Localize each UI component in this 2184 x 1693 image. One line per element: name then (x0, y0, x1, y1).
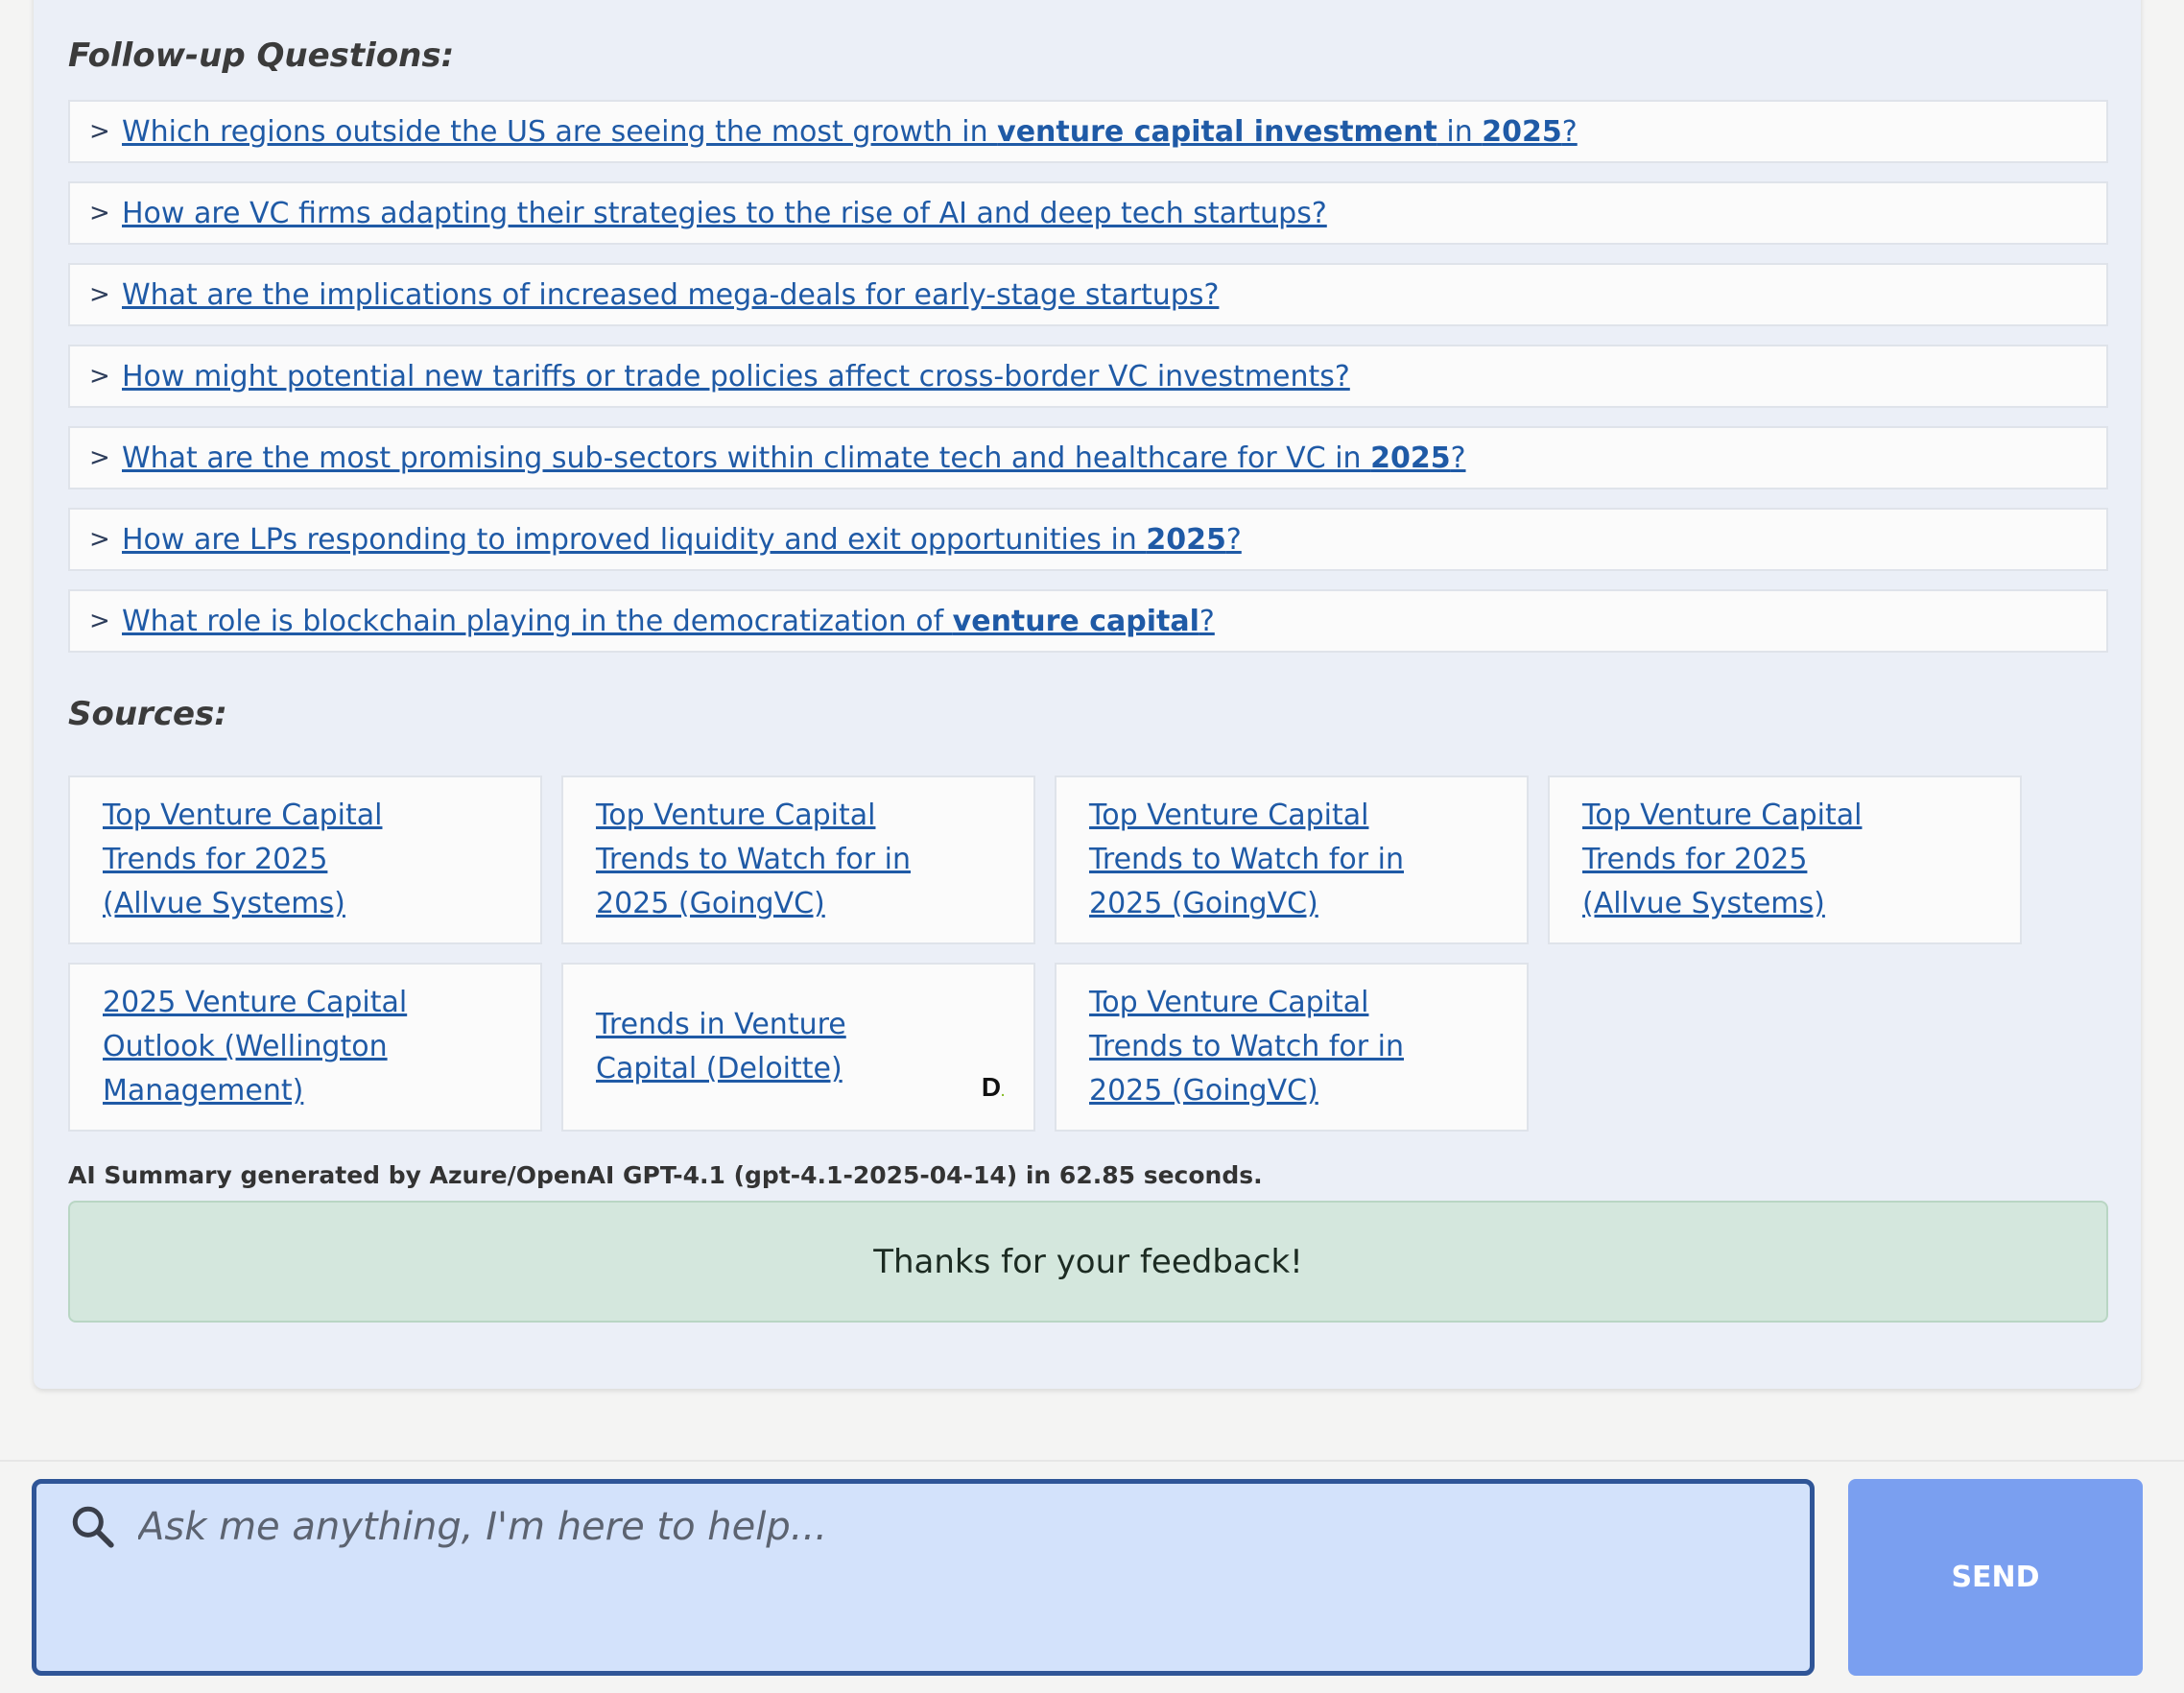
chevron-right-icon: > (89, 199, 110, 227)
chevron-right-icon: > (89, 280, 110, 309)
source-card[interactable]: Top Venture Capital Trends to Watch for … (1055, 775, 1529, 944)
source-link[interactable]: Top Venture Capital Trends to Watch for … (1089, 981, 1406, 1113)
followup-question-text: Which regions outside the US are seeing … (122, 114, 998, 149)
ai-summary-note: AI Summary generated by Azure/OpenAI GPT… (68, 1161, 1263, 1189)
followup-item[interactable]: > What are the most promising sub-sectors… (68, 426, 2108, 489)
followup-question-text: ? (1450, 441, 1466, 475)
send-button[interactable]: SEND (1848, 1479, 2143, 1676)
followup-question-text: ? (1225, 522, 1242, 557)
source-link[interactable]: Top Venture Capital Trends for 2025 (All… (103, 794, 419, 926)
chevron-right-icon: > (89, 607, 110, 635)
source-link[interactable]: Top Venture Capital Trends to Watch for … (596, 794, 913, 926)
search-icon (72, 1506, 114, 1548)
followup-question-text: How are VC firms adapting their strategi… (122, 196, 1327, 230)
source-link[interactable]: Top Venture Capital Trends for 2025 (All… (1582, 794, 1899, 926)
followup-question-text: ? (1561, 114, 1578, 149)
search-input[interactable] (136, 1497, 1771, 1557)
followup-question-text: What role is blockchain playing in the d… (122, 604, 953, 638)
chevron-right-icon: > (89, 443, 110, 472)
deloitte-logo-letter: D (981, 1072, 1002, 1102)
source-link[interactable]: Trends in Venture Capital (Deloitte) (596, 1003, 913, 1091)
chevron-right-icon: > (89, 117, 110, 146)
followup-item[interactable]: > How are VC firms adapting their strateg… (68, 181, 2108, 245)
source-card[interactable]: Top Venture Capital Trends to Watch for … (561, 775, 1035, 944)
followup-question-text: 2025 (1370, 441, 1451, 475)
followup-question-text: What are the most promising sub-sectors … (122, 441, 1371, 475)
followup-question-text: 2025 (1146, 522, 1226, 557)
followup-question-text: in (1436, 114, 1483, 149)
feedback-confirmation: Thanks for your feedback! (68, 1201, 2108, 1323)
followup-question-link[interactable]: How might potential new tariffs or trade… (122, 360, 1350, 393)
followup-item[interactable]: > How are LPs responding to improved liqu… (68, 508, 2108, 571)
followup-item[interactable]: > Which regions outside the US are seeing… (68, 100, 2108, 163)
followup-question-link[interactable]: What role is blockchain playing in the d… (122, 605, 1215, 638)
followup-heading: Follow-up Questions: (68, 36, 455, 75)
followup-item[interactable]: > How might potential new tariffs or trad… (68, 345, 2108, 408)
followup-question-link[interactable]: What are the implications of increased m… (122, 278, 1219, 312)
chevron-right-icon: > (89, 525, 110, 554)
source-card[interactable]: 2025 Venture Capital Outlook (Wellington… (68, 963, 542, 1132)
followup-question-link[interactable]: Which regions outside the US are seeing … (122, 115, 1578, 149)
source-card[interactable]: Top Venture Capital Trends for 2025 (All… (68, 775, 542, 944)
deloitte-logo-icon: D. (982, 1072, 1005, 1103)
followup-question-link[interactable]: What are the most promising sub-sectors … (122, 441, 1466, 475)
search-box[interactable] (32, 1479, 1815, 1676)
followup-list: > Which regions outside the US are seeing… (68, 100, 2108, 671)
followup-item[interactable]: > What are the implications of increased … (68, 263, 2108, 326)
followup-question-text: venture capital (952, 604, 1199, 638)
followup-question-text: ? (1199, 604, 1215, 638)
chevron-right-icon: > (89, 362, 110, 391)
source-card[interactable]: Trends in Venture Capital (Deloitte) D. (561, 963, 1035, 1132)
source-card[interactable]: Top Venture Capital Trends for 2025 (All… (1548, 775, 2022, 944)
followup-question-link[interactable]: How are LPs responding to improved liqui… (122, 523, 1242, 557)
sources-heading: Sources: (68, 695, 227, 733)
followup-question-text: How might potential new tariffs or trade… (122, 359, 1350, 393)
followup-question-text: How are LPs responding to improved liqui… (122, 522, 1147, 557)
followup-question-link[interactable]: How are VC firms adapting their strategi… (122, 197, 1327, 230)
deloitte-logo-dot: . (1001, 1084, 1005, 1099)
followup-question-text: What are the implications of increased m… (122, 277, 1220, 312)
followup-question-text: 2025 (1482, 114, 1562, 149)
followup-question-text: venture capital investment (997, 114, 1437, 149)
source-link[interactable]: Top Venture Capital Trends to Watch for … (1089, 794, 1406, 926)
followup-item[interactable]: > What role is blockchain playing in the … (68, 589, 2108, 653)
source-card[interactable]: Top Venture Capital Trends to Watch for … (1055, 963, 1529, 1132)
source-link[interactable]: 2025 Venture Capital Outlook (Wellington… (103, 981, 419, 1113)
